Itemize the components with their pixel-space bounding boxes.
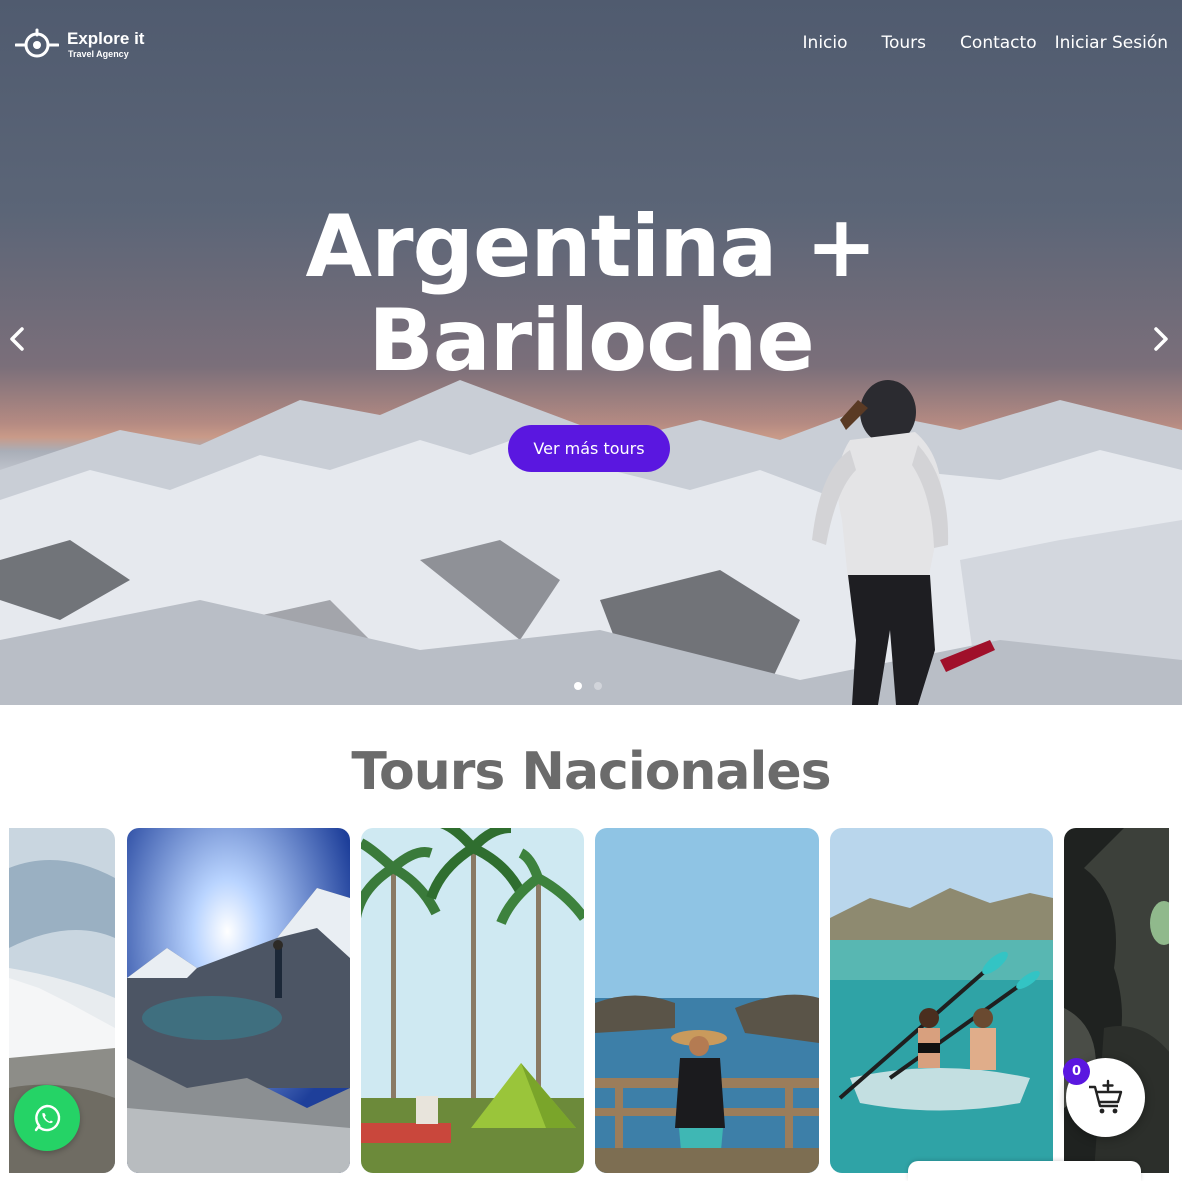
cart-count-badge: 0 — [1063, 1058, 1090, 1085]
whatsapp-button[interactable] — [14, 1085, 80, 1151]
tour-card[interactable] — [595, 828, 819, 1173]
hero-title-line-2: Bariloche — [368, 291, 815, 391]
nav-link-login[interactable]: Iniciar Sesión — [1055, 33, 1168, 53]
tour-card[interactable] — [127, 828, 350, 1173]
whatsapp-icon — [34, 1104, 61, 1132]
brand-logo[interactable]: Explore it Travel Agency — [15, 28, 144, 60]
brand-text: Explore it Travel Agency — [67, 30, 144, 59]
view-more-tours-button[interactable]: Ver más tours — [508, 425, 670, 472]
chat-widget-tab[interactable] — [908, 1161, 1141, 1181]
main-navbar: Explore it Travel Agency Inicio Tours Co… — [0, 0, 1182, 88]
brand-name: Explore it — [67, 28, 145, 48]
nav-link-tours[interactable]: Tours — [882, 33, 927, 53]
compass-logo-icon — [15, 28, 59, 58]
slider-pagination — [574, 682, 602, 690]
tour-card-image — [361, 828, 584, 1173]
section-heading: Tours Nacionales — [351, 742, 831, 802]
nav-link-inicio[interactable]: Inicio — [803, 33, 848, 53]
cart-add-icon — [1088, 1079, 1122, 1113]
tour-card[interactable] — [830, 828, 1053, 1173]
tour-card-image — [830, 828, 1053, 1173]
hero-title-line-1: Argentina + — [305, 197, 878, 297]
chevron-right-icon[interactable] — [1148, 326, 1172, 352]
nav-link-contacto[interactable]: Contacto — [960, 33, 1037, 53]
tour-card-image — [595, 828, 819, 1173]
brand-tagline: Travel Agency — [68, 48, 129, 59]
slide-dot-2[interactable] — [594, 682, 602, 690]
hero-title: Argentina + Bariloche — [0, 200, 1182, 388]
slide-dot-1[interactable] — [574, 682, 582, 690]
tours-carousel — [9, 828, 1169, 1173]
hero-slider: Explore it Travel Agency Inicio Tours Co… — [0, 0, 1182, 705]
tour-card[interactable] — [361, 828, 584, 1173]
nav-menu: Inicio Tours Contacto Iniciar Sesión — [803, 33, 1168, 53]
tour-card-image — [127, 828, 350, 1173]
chevron-left-icon[interactable] — [6, 326, 30, 352]
